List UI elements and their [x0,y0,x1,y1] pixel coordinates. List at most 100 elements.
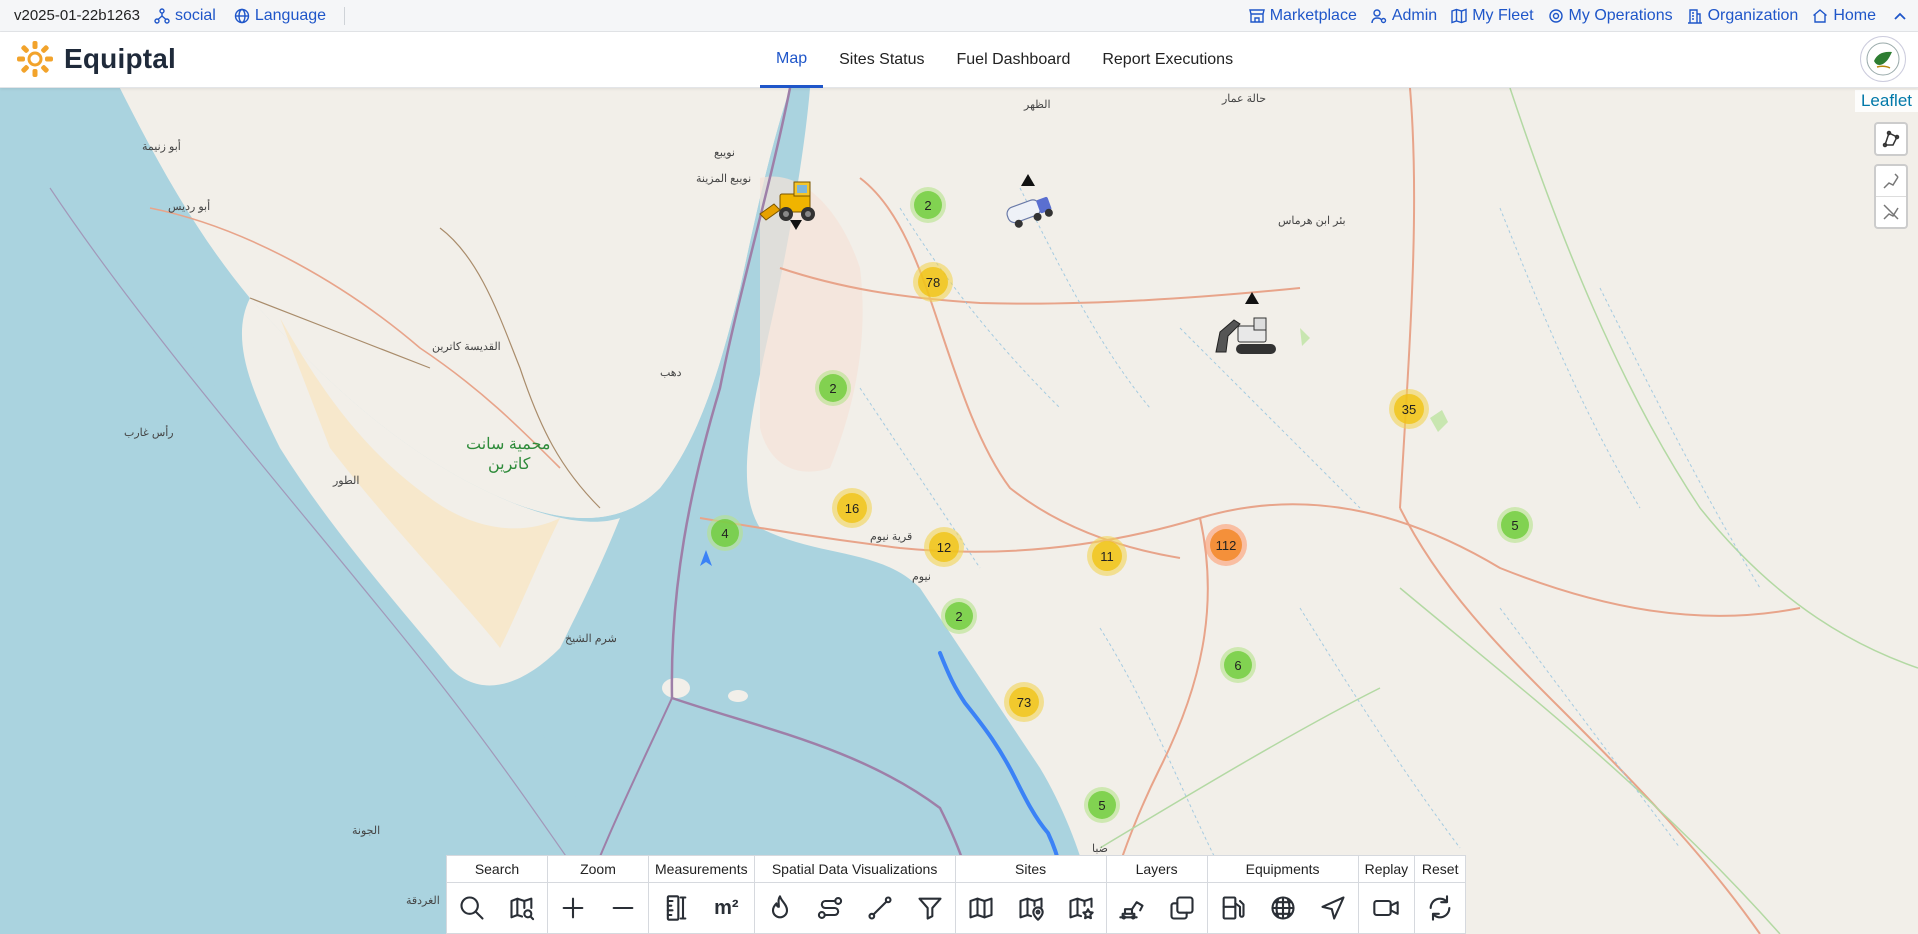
filter-button[interactable] [905,883,955,933]
replay-button[interactable] [1361,883,1411,933]
my-operations-link[interactable]: My Operations [1548,7,1673,25]
refresh-icon [1429,895,1451,921]
equipment-layer-button[interactable] [1107,883,1157,933]
cluster-marker[interactable]: 78 [913,262,953,302]
cluster-count: 16 [837,493,867,523]
sites-favorite-button[interactable] [1056,883,1106,933]
my-fleet-link[interactable]: My Fleet [1451,7,1534,25]
marketplace-link[interactable]: Marketplace [1248,7,1357,25]
navigate-button[interactable] [1308,883,1358,933]
tanker-truck-marker[interactable] [996,172,1060,245]
main-header: Equiptal Map Sites Status Fuel Dashboard… [0,32,1918,88]
tab-sites-status[interactable]: Sites Status [823,32,940,88]
organization-emblem-icon [1866,42,1900,76]
cluster-marker[interactable]: 112 [1205,524,1247,566]
toolbar-group-replay: Replay [1358,856,1416,933]
measure-distance-button[interactable] [651,883,701,933]
toolbar-group-measurements: Measurements m² [649,856,755,933]
sites-pin-button[interactable] [1006,883,1056,933]
navigation-icon [1321,896,1345,920]
user-gear-icon [1371,8,1387,23]
brand-logo[interactable]: Equiptal [14,38,176,80]
excavator-marker[interactable] [1212,292,1292,371]
logo-icon [17,41,53,77]
home-link[interactable]: Home [1812,7,1876,25]
home-icon [1813,8,1828,23]
social-link[interactable]: social [154,7,216,25]
cluster-marker[interactable]: 6 [1220,647,1256,683]
map-icon [969,897,993,919]
map-search-button[interactable] [497,883,547,933]
heatmap-button[interactable] [755,883,805,933]
line-button[interactable] [855,883,905,933]
cluster-marker[interactable]: 11 [1087,536,1127,576]
cluster-count: 35 [1394,394,1424,424]
cluster-marker[interactable]: 16 [832,488,872,528]
brand-name: Equiptal [64,43,177,74]
place-label: نويبع [714,147,735,159]
tab-report-executions[interactable]: Report Executions [1086,32,1249,88]
map-attribution[interactable]: Leaflet [1854,90,1918,112]
map-search-icon [510,897,535,921]
chevron-up-icon[interactable] [1890,6,1910,26]
sites-map-button[interactable] [956,883,1006,933]
cluster-marker[interactable]: 12 [924,527,964,567]
heatmap-icon [771,895,788,919]
edit-layers-button[interactable] [1876,166,1906,196]
geofence-button[interactable] [1258,883,1308,933]
zoom-in-button[interactable] [548,883,598,933]
cluster-marker[interactable]: 73 [1004,682,1044,722]
park-label: كاترين [488,456,531,473]
version-label: v2025-01-22b1263 [14,7,140,24]
cluster-marker[interactable]: 5 [1084,787,1120,823]
group-title: Measurements [649,856,754,883]
cluster-marker[interactable]: 2 [815,370,851,406]
cluster-marker[interactable]: 2 [910,187,946,223]
cluster-count: 6 [1224,651,1252,679]
group-title: Replay [1358,856,1415,883]
store-icon [1248,8,1265,23]
place-label: بئر ابن هرماس [1278,215,1346,227]
cluster-marker[interactable]: 4 [707,515,743,551]
map-canvas[interactable]: أبو زنيمة أبو رديس القديسة كاترين رأس غا… [0,88,1918,934]
main-nav: Map Sites Status Fuel Dashboard Report E… [760,32,1249,88]
fuel-button[interactable] [1208,883,1258,933]
wheel-loader-icon [759,181,815,230]
avatar[interactable] [1860,36,1906,82]
language-link[interactable]: Language [234,7,326,25]
video-icon [1373,899,1400,917]
place-label: حالة عمار [1222,93,1267,105]
filter-icon [918,897,942,920]
ruler-icon [667,895,687,921]
group-title: Zoom [548,856,648,883]
layers-button[interactable] [1157,883,1207,933]
social-label: social [174,6,216,24]
zoom-out-button[interactable] [598,883,648,933]
cluster-count: 12 [929,532,959,562]
draw-polygon-button[interactable] [1876,124,1906,154]
route-button[interactable] [805,883,855,933]
search-button[interactable] [447,883,497,933]
tab-map[interactable]: Map [760,32,824,88]
direction-arrow-marker [700,550,712,571]
cog-icon [1548,8,1563,23]
place-label: أبو زنيمة [142,141,181,153]
cluster-count: 11 [1092,541,1122,571]
delete-layers-button[interactable] [1876,196,1906,227]
language-label: Language [254,6,327,24]
tab-fuel-dashboard[interactable]: Fuel Dashboard [941,32,1087,88]
cluster-count: 4 [711,519,739,547]
share-nodes-icon [154,7,170,24]
place-label: أبو رديس [168,201,211,213]
admin-link[interactable]: Admin [1371,7,1437,25]
cluster-marker[interactable]: 35 [1389,389,1429,429]
organization-link[interactable]: Organization [1687,7,1798,25]
measure-area-button[interactable]: m² [701,883,751,933]
reset-button[interactable] [1415,883,1465,933]
place-label: ضبا [1092,843,1109,855]
cluster-marker[interactable]: 2 [941,598,977,634]
cluster-marker[interactable]: 5 [1497,507,1533,543]
map-toolbar: Search Zoom Measurements m² Spatial Data… [446,855,1467,934]
wheel-loader-marker[interactable] [756,174,830,241]
basemap [0,88,1918,934]
